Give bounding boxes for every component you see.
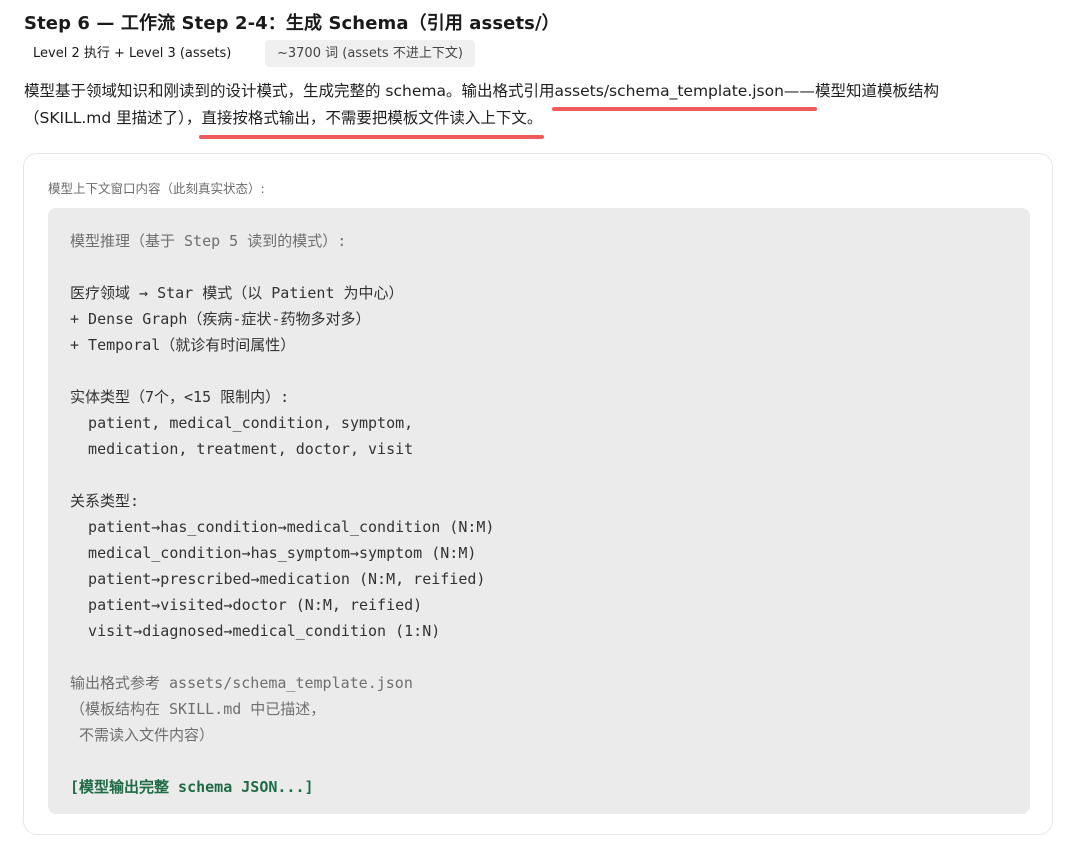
code-line: 模型推理（基于 Step 5 读到的模式）:: [70, 232, 347, 250]
description: 模型基于领域知识和刚读到的设计模式，生成完整的 schema。输出格式引用 as…: [24, 78, 1064, 139]
code-line: visit→diagnosed→medical_condition (1:N): [70, 622, 441, 640]
context-window-panel: 模型上下文窗口内容（此刻真实状态）: 模型推理（基于 Step 5 读到的模式）…: [23, 153, 1053, 835]
description-line-1-suffix: 模型知道模板结构: [814, 82, 939, 100]
code-line: patient→prescribed→medication (N:M, reif…: [70, 570, 486, 588]
word-count-badge: ~3700 词 (assets 不进上下文): [265, 40, 475, 67]
code-line: （模板结构在 SKILL.md 中已描述，: [70, 700, 326, 718]
code-line: 实体类型（7个，<15 限制内）:: [70, 388, 290, 406]
code-line: medical_condition→has_symptom→symptom (N…: [70, 544, 477, 562]
context-code-block: 模型推理（基于 Step 5 读到的模式）: 医疗领域 → Star 模式（以 P…: [48, 208, 1030, 814]
level-tag: Level 2 执行 + Level 3 (assets): [33, 46, 232, 61]
code-line: medication, treatment, doctor, visit: [70, 440, 414, 458]
description-line-2-prefix: （SKILL.md 里描述了），: [24, 109, 202, 127]
code-line: [模型输出完整 schema JSON...]: [70, 778, 314, 796]
highlight-direct-output: 直接按格式输出，不需要把模板文件读入上下文。: [199, 105, 545, 139]
description-line-1-prefix: 模型基于领域知识和刚读到的设计模式，生成完整的 schema。输出格式引用: [24, 82, 555, 100]
description-line-2: （SKILL.md 里描述了），直接按格式输出，不需要把模板文件读入上下文。: [24, 105, 1064, 139]
code-line: + Temporal（就诊有时间属性）: [70, 336, 296, 354]
panel-label: 模型上下文窗口内容（此刻真实状态）:: [48, 181, 265, 196]
page-title: Step 6 — 工作流 Step 2-4：生成 Schema（引用 asset…: [24, 13, 560, 34]
code-line: 不需读入文件内容）: [70, 726, 215, 744]
code-line: patient→visited→doctor (N:M, reified): [70, 596, 423, 614]
code-line: 医疗领域 → Star 模式（以 Patient 为中心）: [70, 284, 404, 302]
code-line: patient→has_condition→medical_condition …: [70, 518, 495, 536]
code-line: 关系类型:: [70, 492, 140, 510]
code-line: 输出格式参考 assets/schema_template.json: [70, 674, 413, 692]
description-line-1: 模型基于领域知识和刚读到的设计模式，生成完整的 schema。输出格式引用 as…: [24, 78, 1064, 111]
code-line: + Dense Graph（疾病-症状-药物多对多）: [70, 310, 371, 328]
code-line: patient, medical_condition, symptom,: [70, 414, 414, 432]
highlight-assets-path: assets/schema_template.json——: [552, 78, 818, 111]
